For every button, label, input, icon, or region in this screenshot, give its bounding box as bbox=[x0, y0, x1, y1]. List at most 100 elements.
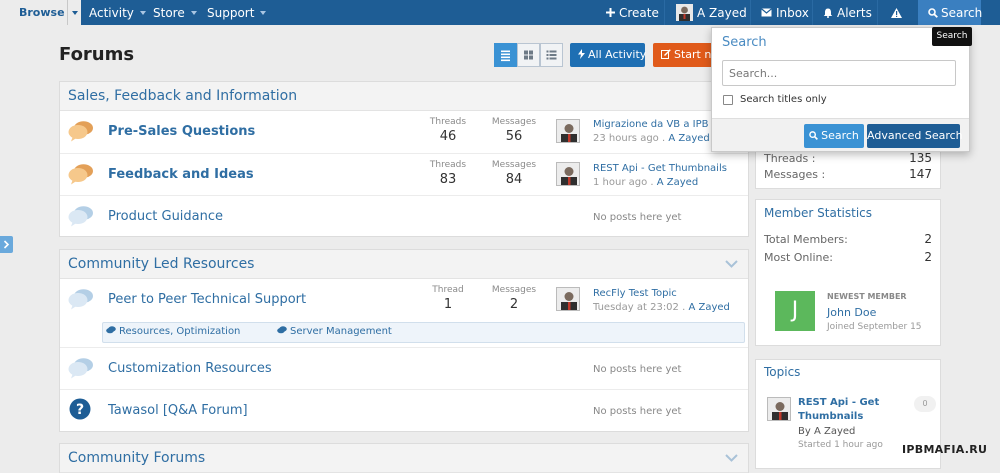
subforum-link-resources-optimization[interactable]: Resources, Optimization bbox=[106, 326, 240, 337]
widget-title: Topics bbox=[764, 365, 801, 379]
forum-row: Peer to Peer Technical Support Thread 1 … bbox=[60, 279, 748, 347]
create-label: Create bbox=[619, 6, 659, 20]
view-list-button[interactable] bbox=[494, 43, 517, 67]
user-avatar bbox=[676, 4, 693, 21]
subforum-label: Server Management bbox=[290, 326, 392, 337]
nav-activity[interactable]: Activity bbox=[89, 0, 146, 25]
browse-dropdown-toggle[interactable] bbox=[67, 0, 81, 25]
messages-label: Messages bbox=[491, 117, 537, 127]
forum-link-feedback-and-ideas[interactable]: Feedback and Ideas bbox=[108, 167, 254, 182]
all-activity-button[interactable]: All Activity bbox=[570, 43, 647, 67]
nav-divider bbox=[877, 0, 878, 25]
warning-button[interactable] bbox=[891, 0, 906, 25]
forum-link-product-guidance[interactable]: Product Guidance bbox=[108, 209, 223, 224]
search-dropdown: Search Search titles only Search Advance… bbox=[711, 27, 970, 152]
newest-member-name[interactable]: John Doe bbox=[827, 306, 876, 319]
forum-row: Product Guidance No posts here yet bbox=[60, 195, 748, 237]
browse-tab[interactable]: Browse bbox=[0, 0, 67, 25]
view-fluid-button[interactable] bbox=[540, 43, 563, 67]
avatar[interactable] bbox=[767, 397, 791, 421]
nav-support[interactable]: Support bbox=[207, 0, 267, 25]
titles-only-checkbox[interactable] bbox=[723, 95, 733, 105]
newest-member-avatar[interactable]: J bbox=[775, 291, 815, 331]
forum-link-tawasol[interactable]: Tawasol [Q&A Forum] bbox=[108, 403, 248, 418]
forum-link-customization-resources[interactable]: Customization Resources bbox=[108, 361, 272, 376]
section-header[interactable]: Community Led Resources bbox=[60, 250, 748, 279]
chevron-down-icon[interactable] bbox=[725, 454, 738, 462]
nav-store[interactable]: Store bbox=[153, 0, 197, 25]
envelope-icon bbox=[761, 8, 772, 17]
threads-count: 83 bbox=[439, 172, 457, 187]
last-post-time: 1 hour ago bbox=[593, 177, 648, 188]
no-posts-text: No posts here yet bbox=[593, 212, 682, 223]
all-activity-label: All Activity bbox=[588, 48, 647, 61]
forum-link-peer-to-peer-support[interactable]: Peer to Peer Technical Support bbox=[108, 292, 306, 307]
avatar[interactable] bbox=[556, 162, 580, 186]
forum-row: ? Tawasol [Q&A Forum] No posts here yet bbox=[60, 389, 748, 431]
forum-section-sales: Sales, Feedback and Information Pre-Sale… bbox=[59, 81, 749, 237]
threads-label: Thread bbox=[432, 285, 464, 295]
avatar[interactable] bbox=[556, 287, 580, 311]
alerts-button[interactable]: Alerts bbox=[823, 0, 872, 25]
last-post-author[interactable]: A Zayed bbox=[657, 177, 698, 188]
nav-divider bbox=[664, 0, 665, 25]
last-post-author[interactable]: A Zayed bbox=[688, 302, 729, 313]
topic-started: Started 1 hour ago bbox=[798, 440, 883, 450]
avatar[interactable] bbox=[556, 119, 580, 143]
view-grid-button[interactable] bbox=[517, 43, 540, 67]
subforum-link-server-management[interactable]: Server Management bbox=[277, 326, 392, 337]
chevron-down-icon bbox=[190, 10, 197, 15]
comments-icon bbox=[277, 326, 287, 334]
inbox-button[interactable]: Inbox bbox=[761, 0, 809, 25]
search-tooltip: Search bbox=[932, 27, 972, 46]
last-post-title[interactable]: REST Api - Get Thumbnails bbox=[593, 163, 727, 174]
chevron-down-icon bbox=[72, 11, 78, 15]
nav-store-label: Store bbox=[153, 6, 185, 20]
alerts-label: Alerts bbox=[837, 6, 872, 20]
bell-icon bbox=[823, 8, 833, 18]
no-posts-text: No posts here yet bbox=[593, 364, 682, 375]
last-post-author[interactable]: A Zayed bbox=[668, 133, 709, 144]
top-navigation-bar: Browse Activity Store Support Create A Z… bbox=[0, 0, 1000, 25]
stat-threads-value: 135 bbox=[909, 151, 932, 165]
titles-only-label[interactable]: Search titles only bbox=[740, 94, 827, 105]
search-nav-button[interactable]: Search bbox=[918, 0, 982, 25]
warning-icon bbox=[891, 7, 902, 18]
last-post-meta: Tuesday at 23:02 . A Zayed bbox=[593, 302, 730, 313]
user-menu[interactable]: A Zayed bbox=[676, 0, 747, 25]
search-panel-title: Search bbox=[722, 35, 767, 50]
fluid-view-icon bbox=[546, 50, 557, 60]
watermark-text: IPBMAFIA.RU bbox=[902, 443, 988, 456]
inbox-label: Inbox bbox=[776, 6, 809, 20]
section-title: Community Forums bbox=[68, 450, 206, 466]
subforum-list: Resources, Optimization Server Managemen… bbox=[102, 322, 745, 343]
forum-row: Feedback and Ideas Threads 83 Messages 8… bbox=[60, 153, 748, 195]
chevron-down-icon[interactable] bbox=[725, 260, 738, 268]
nav-divider bbox=[750, 0, 751, 25]
section-title: Community Led Resources bbox=[68, 256, 255, 272]
topic-link[interactable]: REST Api - Get Thumbnails bbox=[798, 396, 879, 424]
last-post-meta: 1 hour ago . A Zayed bbox=[593, 177, 699, 188]
threads-label: Threads bbox=[429, 117, 467, 127]
most-online-value: 2 bbox=[924, 250, 932, 264]
search-icon bbox=[809, 130, 819, 140]
nav-divider bbox=[812, 0, 813, 25]
browse-label: Browse bbox=[19, 6, 65, 19]
newest-member-label: NEWEST MEMBER bbox=[827, 292, 907, 301]
advanced-search-button[interactable]: Advanced Search bbox=[867, 124, 963, 148]
page-title: Forums bbox=[59, 44, 135, 65]
stat-messages-label: Messages : bbox=[764, 168, 826, 181]
chat-bubbles-orange-icon bbox=[68, 120, 94, 142]
forum-row: Pre-Sales Questions Threads 46 Messages … bbox=[60, 111, 748, 153]
search-submit-button[interactable]: Search bbox=[804, 124, 864, 148]
search-input[interactable] bbox=[722, 60, 956, 86]
chat-bubbles-blue-icon bbox=[68, 205, 94, 227]
last-post-title[interactable]: RecFly Test Topic bbox=[593, 288, 677, 299]
create-button[interactable]: Create bbox=[606, 0, 659, 25]
last-post-title[interactable]: Migrazione da VB a IPB bbox=[593, 119, 709, 130]
section-header[interactable]: Sales, Feedback and Information bbox=[60, 82, 748, 111]
forum-link-pre-sales-questions[interactable]: Pre-Sales Questions bbox=[108, 124, 255, 139]
user-name: A Zayed bbox=[697, 6, 747, 20]
sidebar-toggle[interactable] bbox=[0, 236, 13, 253]
messages-count: 2 bbox=[509, 297, 519, 312]
